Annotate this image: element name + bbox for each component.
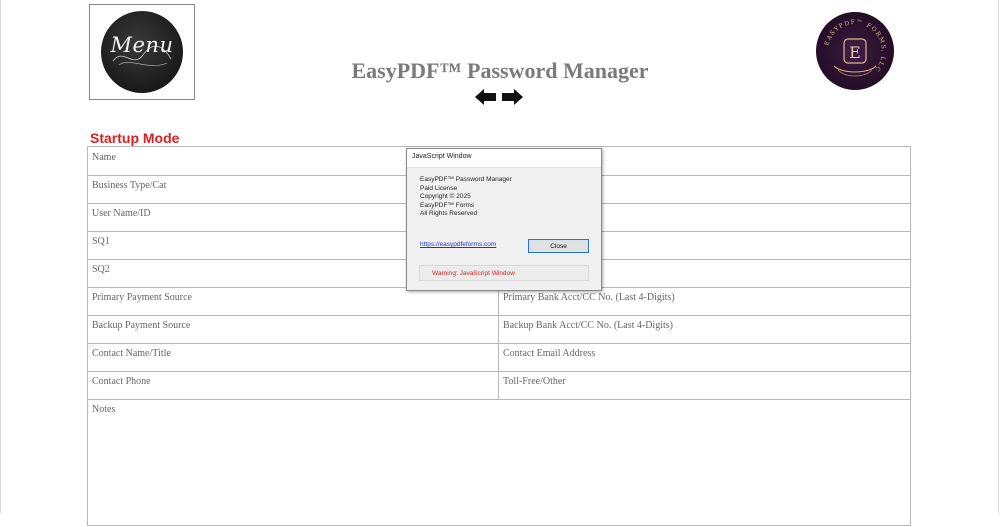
dialog-titlebar[interactable]: JavaScript Window [407,149,601,168]
dialog-message-line: EasyPDF™ Password Manager [420,176,512,183]
brand-logo: EASYPDF™ FORMS, LLC E [816,12,894,90]
warning-text: Warning: JavaScript Window [432,270,515,277]
primary-payment-source-field[interactable]: Primary Payment Source [88,287,499,315]
menu-button[interactable]: Menu [89,4,195,100]
form-row-backup-payment: Backup Payment Source Backup Bank Acct/C… [88,315,910,344]
notes-field[interactable]: Notes [88,399,910,527]
dialog-message-line: Paid License [420,184,458,192]
field-label: Backup Payment Source [92,320,191,331]
field-label: SQ2 [92,264,110,275]
dialog-message: EasyPDF™ Password Manager Paid License C… [420,176,512,219]
field-label: Contact Phone [92,376,151,387]
warning-bar: Warning: JavaScript Window [419,265,589,281]
website-link[interactable]: https://easypdfeforms.com [420,241,496,248]
form-row-primary-payment: Primary Payment Source Primary Bank Acct… [88,287,910,316]
close-button[interactable]: Close [528,239,589,253]
field-label: Business Type/Cat [92,180,167,191]
dialog-message-line: Copyright © 2025 [420,193,471,200]
field-label: User Name/ID [92,208,151,219]
brand-logo-emblem: EASYPDF™ FORMS, LLC E [824,19,886,77]
backup-bank-acct-field[interactable]: Backup Bank Acct/CC No. (Last 4-Digits) [499,315,910,343]
menu-label: Menu [110,33,174,57]
field-label: Primary Bank Acct/CC No. (Last 4-Digits) [503,292,675,303]
javascript-dialog: JavaScript Window EasyPDF™ Password Mana… [406,148,602,291]
nav-arrows [475,88,525,106]
dialog-message-line: All Rights Reserved [420,210,478,217]
field-label: Backup Bank Acct/CC No. (Last 4-Digits) [503,320,673,331]
dialog-message-line: EasyPDF™ Forms [420,201,475,209]
page-title: EasyPDF™ Password Manager [351,58,649,83]
field-label: Contact Name/Title [92,348,171,359]
field-label: Name [92,152,116,163]
field-label: SQ1 [92,236,110,247]
contact-name-field[interactable]: Contact Name/Title [88,343,499,371]
brand-logo-letter: E [849,43,861,62]
form-row-contact-name: Contact Name/Title Contact Email Address [88,343,910,372]
dialog-title: JavaScript Window [412,153,472,160]
contact-email-field[interactable]: Contact Email Address [499,343,910,371]
section-title: Startup Mode [90,130,180,146]
contact-phone-field[interactable]: Contact Phone [88,371,499,399]
form-row-contact-phone: Contact Phone Toll-Free/Other [88,371,910,400]
arrow-left-icon[interactable] [475,88,497,106]
menu-badge: Menu [101,11,183,93]
backup-payment-source-field[interactable]: Backup Payment Source [88,315,499,343]
field-label: Toll-Free/Other [503,376,566,387]
field-label: Contact Email Address [503,348,596,359]
toll-free-field[interactable]: Toll-Free/Other [499,371,910,399]
notes-label: Notes [92,404,116,415]
field-label: Primary Payment Source [92,292,192,303]
primary-bank-acct-field[interactable]: Primary Bank Acct/CC No. (Last 4-Digits) [499,287,910,315]
arrow-right-icon[interactable] [501,88,523,106]
